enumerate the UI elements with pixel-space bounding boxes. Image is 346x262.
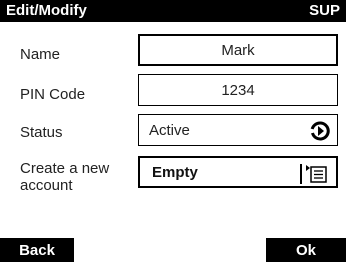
back-button[interactable]: Back [0,238,74,262]
refresh-icon[interactable] [309,120,331,142]
create-account-field[interactable]: Empty [138,156,338,188]
create-account-value: Empty [152,163,198,181]
status-label: Status [20,124,63,141]
pin-code-value: 1234 [221,81,255,99]
pin-code-label: PIN Code [20,86,86,103]
pin-code-field[interactable]: 1234 [138,74,338,106]
status-value: Active [149,121,190,139]
name-label: Name [20,46,61,63]
ok-button[interactable]: Ok [266,238,346,262]
name-field[interactable]: Mark [138,34,338,66]
name-value: Mark [221,41,255,59]
title-bar: Edit/Modify SUP [0,0,346,22]
field-divider [300,164,302,184]
create-account-label-line2: account [20,177,73,194]
status-field[interactable]: Active [138,114,338,146]
header-mode-label: SUP [309,2,340,19]
page-title: Edit/Modify [6,2,87,19]
create-account-label-line1: Create a new [20,160,110,177]
list-icon[interactable] [304,163,328,185]
